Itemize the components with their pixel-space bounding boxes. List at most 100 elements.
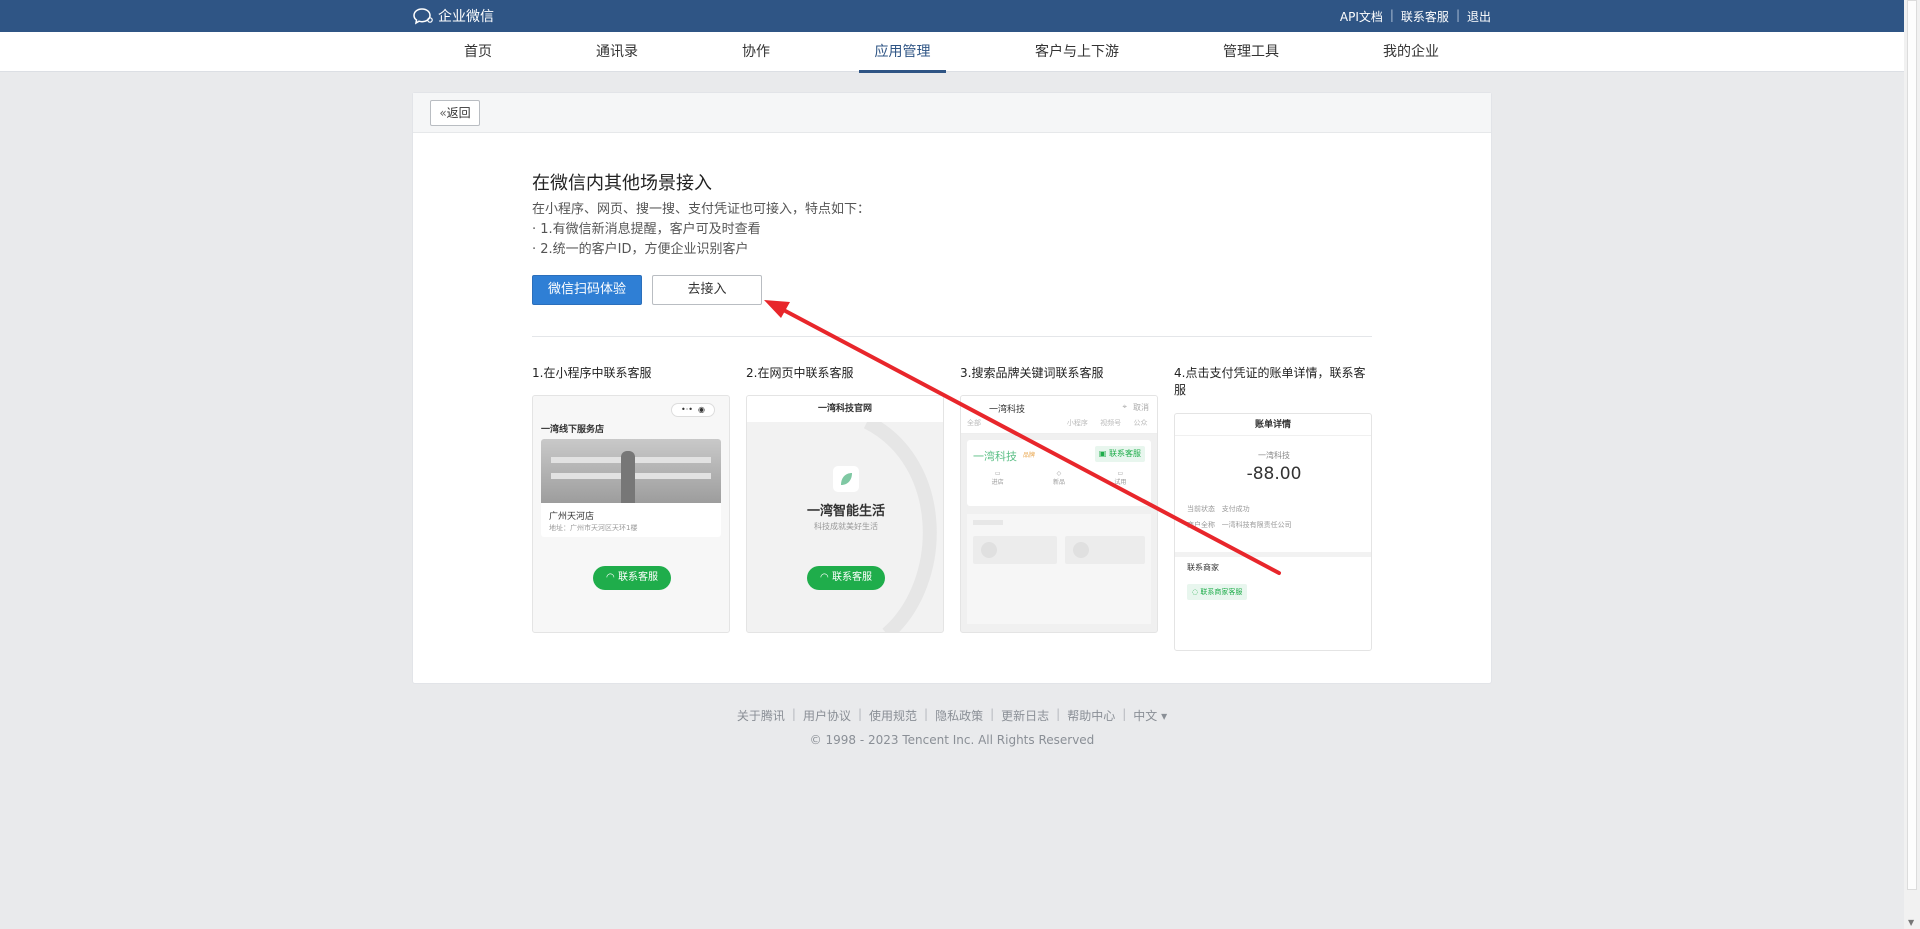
contact-merchant-label: 联系商家客服 (1200, 588, 1243, 596)
mini-contact-label: 联系客服 (617, 572, 658, 583)
search-tab: 视频号 (1100, 419, 1122, 427)
store-photo (541, 439, 721, 503)
card-header: «返回 (413, 93, 1491, 133)
brand-name: 一湾智能生活 (806, 504, 885, 519)
separator: | (1056, 707, 1061, 721)
wechat-scan-try-button[interactable]: 微信扫码体验 (532, 275, 642, 305)
main-card: «返回 在微信内其他场景接入 在小程序、网页、搜一搜、支付凭证也可接入，特点如下… (412, 92, 1492, 684)
new-action: ◇ 新品 (1052, 470, 1065, 486)
main-nav: 首页 通讯录 协作 应用管理 客户与上下游 管理工具 我的企业 (0, 32, 1904, 73)
status-key: 当前状态 (1187, 505, 1215, 513)
trial-action-label: 试用 (1114, 479, 1127, 486)
web-contact-button: ◠ 联系客服 (807, 566, 885, 590)
footer-link-changelog[interactable]: 更新日志 (1001, 707, 1049, 724)
step-label-1: 1.在小程序中联系客服 (532, 366, 652, 380)
merchant-value: 一湾科技有限责任公司 (1221, 521, 1292, 529)
nav-contacts[interactable]: 通讯录 (595, 32, 639, 72)
headset-icon: ▣ (1098, 449, 1109, 458)
status-value: 支付成功 (1221, 505, 1250, 513)
store-address: 地址：广州市天河区天环1楼 (549, 524, 638, 532)
webpage-preview: 一湾科技官网 一湾智能生活 科技成就美好生活 ◠ 联系客服 (746, 395, 944, 633)
copyright: © 1998 - 2023 Tencent Inc. All Rights Re… (809, 733, 1095, 747)
nav-my-enterprise[interactable]: 我的企业 (1382, 32, 1440, 72)
vertical-scrollbar[interactable]: ▼ (1904, 0, 1920, 929)
description-point-2: · 2.统一的客户ID，方便企业识别客户 (532, 242, 749, 257)
bill-detail-preview: 账单详情 一湾科技 -88.00 当前状态 支付成功 商户全称 一湾科技有限责任… (1174, 413, 1372, 651)
headset-icon: ◠ (606, 572, 618, 583)
search-tab (1000, 418, 1033, 433)
brand-result-card: 一湾科技 品牌 ▣ 联系客服 ▭ 进店 ◇ 新品 ▭ 试用 (967, 440, 1151, 506)
capsule-menu-icon: •·• ◉ (671, 403, 715, 417)
separator: | (990, 707, 995, 721)
contact-merchant-button: ◌ 联系商家客服 (1187, 584, 1248, 600)
store-action: ▭ 进店 (991, 470, 1004, 486)
merchant-key: 商户全称 (1187, 521, 1215, 529)
store-name: 广州天河店 (549, 512, 595, 522)
nav-customers-upstream[interactable]: 客户与上下游 (1034, 32, 1120, 72)
store-card: 广州天河店 地址：广州市天河区天环1楼 (541, 439, 721, 537)
nav-collaboration[interactable]: 协作 (741, 32, 771, 72)
brand-tag: 品牌 (1023, 452, 1036, 459)
footer-links: 关于腾讯 | 用户协议 | 使用规范 | 隐私政策 | 更新日志 | 帮助中心 … (0, 707, 1904, 724)
footer-link-usage-rules[interactable]: 使用规范 (869, 707, 917, 724)
scroll-down-arrow-icon[interactable]: ▼ (1908, 918, 1914, 927)
search-contact-button: ▣ 联系客服 (1094, 446, 1145, 462)
separator: | (924, 707, 929, 721)
search-tab: 小程序 (1066, 419, 1088, 427)
new-action-label: 新品 (1052, 479, 1065, 486)
mini-contact-button: ◠ 联系客服 (593, 566, 671, 590)
search-contact-label: 联系客服 (1109, 449, 1141, 458)
bill-header: 账单详情 (1175, 414, 1371, 436)
back-button[interactable]: «返回 (430, 100, 480, 126)
bill-status-row: 当前状态 支付成功 (1187, 504, 1250, 514)
separator: | (857, 707, 863, 721)
top-links: API文档 | 联系客服 | 退出 (1340, 8, 1491, 25)
description-point-1: · 1.有微信新消息提醒，客户可及时查看 (532, 222, 761, 237)
result-brand: 一湾科技 (973, 450, 1017, 463)
separator: | (1122, 707, 1127, 721)
bill-divider (1175, 552, 1371, 557)
bill-merchant-row: 商户全称 一湾科技有限责任公司 (1187, 520, 1292, 530)
section-title: 在微信内其他场景接入 (532, 173, 712, 194)
double-chevron-left-icon: « (439, 106, 447, 120)
language-selector[interactable]: 中文 ▾ (1133, 707, 1167, 724)
store-action-label: 进店 (991, 479, 1004, 486)
brand-actions: ▭ 进店 ◇ 新品 ▭ 试用 (967, 470, 1151, 486)
search-tab (1034, 418, 1067, 433)
footer-link-user-agreement[interactable]: 用户协议 (803, 707, 851, 724)
go-connect-button[interactable]: 去接入 (652, 275, 762, 305)
search-preview: 一湾科技 ⌖ 取消 全部 小程序 视频号 公众 一湾科技 品牌 ▣ 联系客服 ▭… (960, 395, 1158, 633)
cancel-label: 取消 (1133, 403, 1149, 412)
search-bar: 一湾科技 ⌖ 取消 (961, 396, 1157, 418)
top-bar: 企业微信 API文档 | 联系客服 | 退出 (0, 0, 1904, 32)
nav-home[interactable]: 首页 (463, 32, 493, 72)
step-label-4: 4.点击支付凭证的账单详情，联系客服 (1174, 366, 1366, 397)
step-label-2: 2.在网页中联系客服 (746, 366, 854, 380)
bill-merchant: 一湾科技 (1258, 451, 1290, 460)
nav-app-management[interactable]: 应用管理 (859, 32, 946, 73)
scrollbar-thumb[interactable] (1907, 0, 1917, 890)
wecom-logo-icon (413, 8, 433, 25)
search-tabs: 全部 小程序 视频号 公众 (961, 418, 1157, 434)
logo-text: 企业微信 (438, 9, 494, 25)
divider (532, 336, 1372, 337)
logout-link[interactable]: 退出 (1467, 8, 1491, 25)
mini-program-preview: •·• ◉ 一湾线下服务店 广州天河店 地址：广州市天河区天环1楼 ◠ 联系客服 (532, 395, 730, 633)
contact-merchant-title: 联系商家 (1187, 563, 1219, 572)
description-intro: 在小程序、网页、搜一搜、支付凭证也可接入，特点如下： (532, 202, 871, 217)
brand-leaf-icon (833, 466, 859, 492)
footer-link-privacy[interactable]: 隐私政策 (935, 707, 983, 724)
footer: 关于腾讯 | 用户协议 | 使用规范 | 隐私政策 | 更新日志 | 帮助中心 … (0, 707, 1904, 747)
trial-action: ▭ 试用 (1114, 470, 1127, 486)
web-contact-label: 联系客服 (831, 572, 872, 583)
nav-management-tools[interactable]: 管理工具 (1222, 32, 1280, 72)
footer-link-help[interactable]: 帮助中心 (1067, 707, 1115, 724)
brand-slogan: 科技成就美好生活 (814, 522, 878, 531)
back-label: 返回 (446, 106, 471, 120)
api-docs-link[interactable]: API文档 (1340, 8, 1383, 25)
contact-support-link[interactable]: 联系客服 (1401, 8, 1449, 25)
store-title: 一湾线下服务店 (541, 425, 605, 435)
wecom-logo[interactable]: 企业微信 (412, 6, 494, 26)
footer-link-about[interactable]: 关于腾讯 (737, 707, 785, 724)
search-query: 一湾科技 (989, 405, 1026, 415)
